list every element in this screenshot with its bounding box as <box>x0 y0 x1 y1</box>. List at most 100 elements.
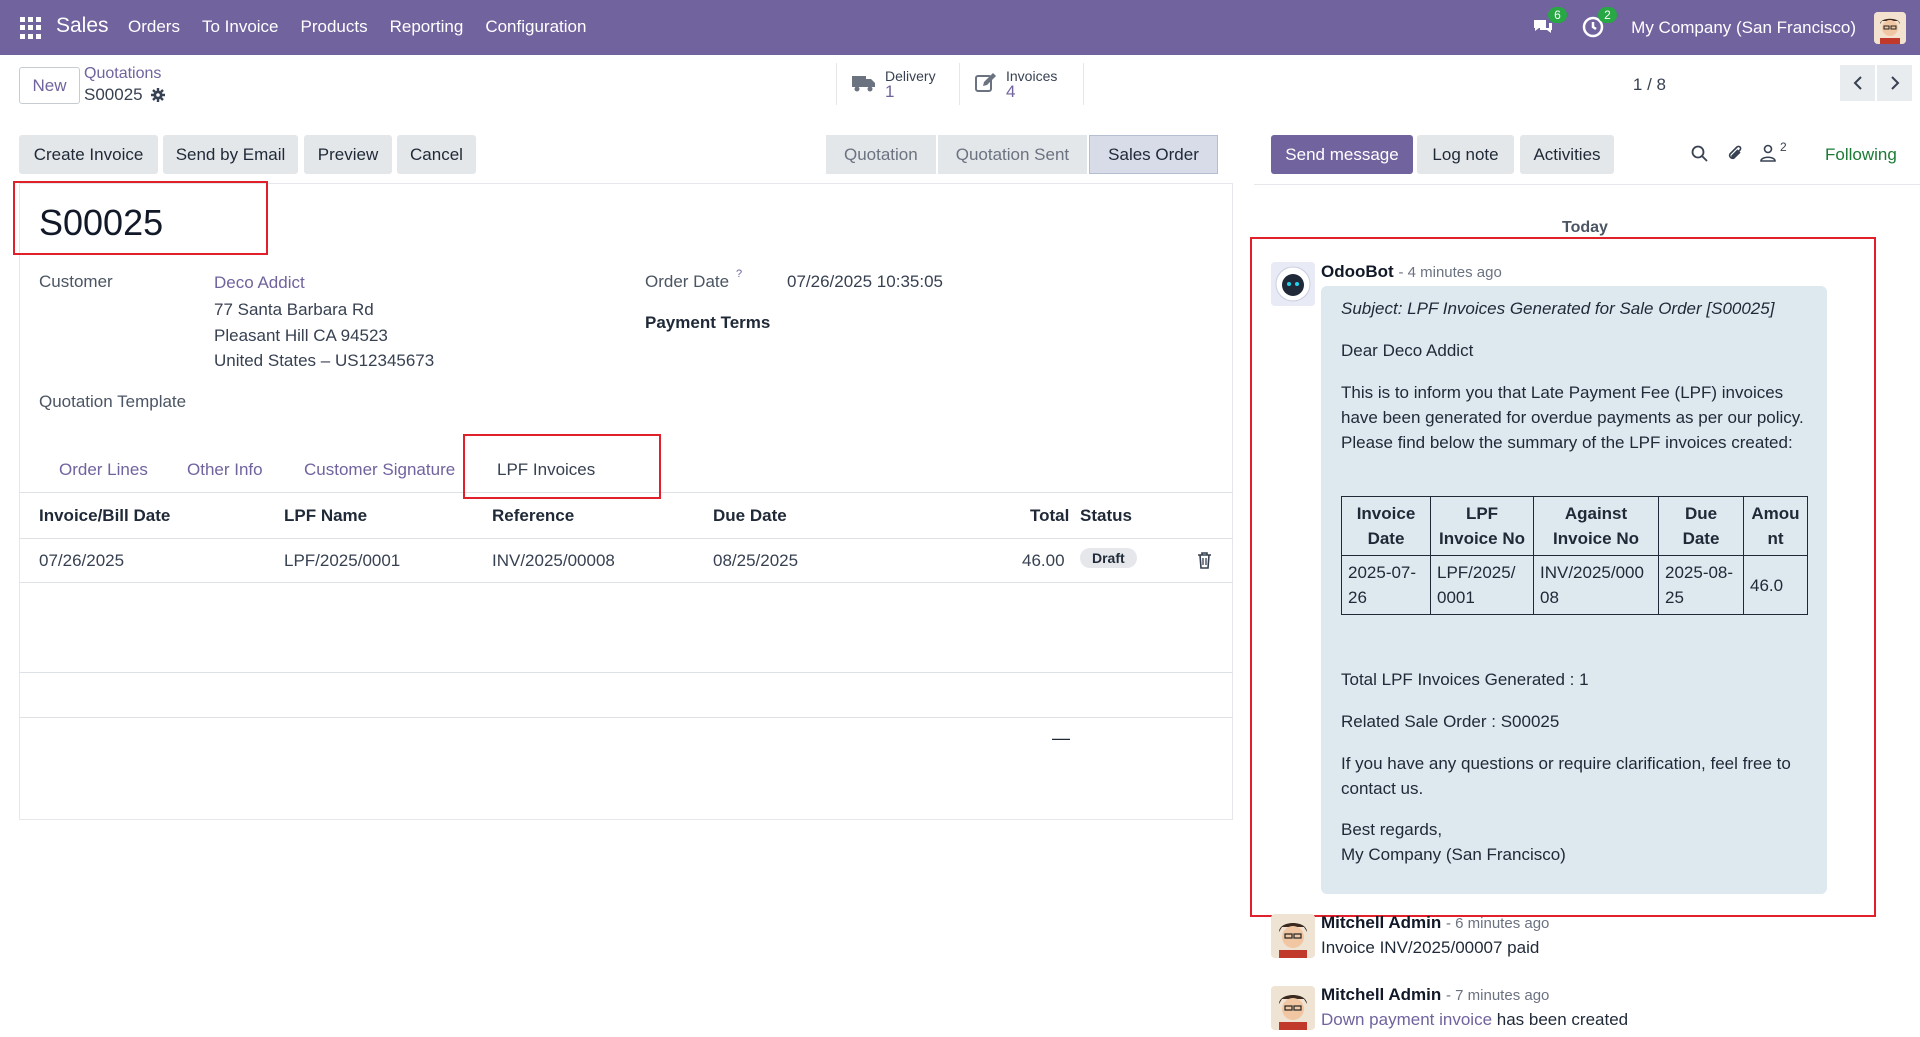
customer-link[interactable]: Deco Addict <box>214 273 305 293</box>
col-total[interactable]: Total <box>1030 506 1069 526</box>
col-lpf-name[interactable]: LPF Name <box>284 506 367 526</box>
breadcrumb-quotations[interactable]: Quotations <box>84 65 161 83</box>
order-date-label: Order Date <box>645 272 730 291</box>
messaging-count-badge: 6 <box>1548 6 1567 23</box>
pager-value[interactable]: 1 / 8 <box>1633 75 1666 95</box>
table-cell-against-invoice-no: INV/2025/000 08 <box>1533 555 1659 615</box>
row-total[interactable]: 46.00 <box>1022 551 1065 571</box>
message-subject: Subject: LPF Invoices Generated for Sale… <box>1341 299 1775 318</box>
row-lpf-name[interactable]: LPF/2025/0001 <box>284 551 400 571</box>
followers-user-icon[interactable] <box>1760 144 1776 167</box>
app-brand[interactable]: Sales <box>56 14 109 38</box>
table-header-divider <box>19 538 1233 539</box>
menu-products[interactable]: Products <box>301 17 368 37</box>
status-sales-order[interactable]: Sales Order <box>1089 135 1218 174</box>
message-author-2[interactable]: Mitchell Admin - 6 minutes ago <box>1321 913 1549 933</box>
chatter-divider <box>1254 184 1920 185</box>
message-author-3-name[interactable]: Mitchell Admin <box>1321 985 1441 1004</box>
menu-configuration[interactable]: Configuration <box>485 17 586 37</box>
status-bar: Quotation Quotation Sent Sales Order <box>826 135 1220 174</box>
message-regards: Best regards, <box>1341 820 1443 839</box>
message-author-2-name[interactable]: Mitchell Admin <box>1321 913 1441 932</box>
chevron-left-icon <box>1853 76 1862 90</box>
table-cell-due-date: 2025-08-25 <box>1658 555 1744 615</box>
down-payment-invoice-link[interactable]: Down payment invoice <box>1321 1010 1492 1029</box>
messaging-icon[interactable]: 6 <box>1531 6 1567 41</box>
truck-icon <box>851 73 877 96</box>
table-header-invoice-date: Invoice Date <box>1341 496 1431 556</box>
odoobot-avatar[interactable] <box>1271 262 1315 306</box>
col-reference[interactable]: Reference <box>492 506 574 526</box>
status-quotation-sent[interactable]: Quotation Sent <box>937 135 1088 174</box>
tab-order-lines[interactable]: Order Lines <box>59 460 148 480</box>
new-button[interactable]: New <box>19 67 80 104</box>
message-text-3: Down payment invoice has been created <box>1321 1010 1628 1030</box>
col-status[interactable]: Status <box>1080 506 1132 526</box>
activity-clock-icon[interactable]: 2 <box>1581 6 1617 41</box>
main-menu: Orders To Invoice Products Reporting Con… <box>128 17 586 37</box>
tab-other-info[interactable]: Other Info <box>187 460 263 480</box>
breadcrumb-current: S00025 <box>84 85 165 105</box>
send-message-button[interactable]: Send message <box>1271 135 1413 174</box>
message-summary-table: Invoice Date LPF Invoice No Against Invo… <box>1341 496 1808 615</box>
table-header-against-invoice-no: Against Invoice No <box>1533 496 1659 556</box>
col-due-date[interactable]: Due Date <box>713 506 787 526</box>
menu-reporting[interactable]: Reporting <box>390 17 464 37</box>
table-header-amount: Amou nt <box>1743 496 1808 556</box>
mitchell-admin-avatar-2[interactable] <box>1271 986 1315 1030</box>
invoices-smart-button[interactable]: Invoices 4 <box>960 63 1084 105</box>
order-date-value[interactable]: 07/26/2025 10:35:05 <box>787 272 943 292</box>
activity-count-badge: 2 <box>1598 6 1617 23</box>
message-author-name[interactable]: OdooBot <box>1321 262 1394 281</box>
row-invoice-date[interactable]: 07/26/2025 <box>39 551 124 571</box>
mitchell-admin-avatar[interactable] <box>1271 914 1315 958</box>
col-invoice-bill-date[interactable]: Invoice/Bill Date <box>39 506 170 526</box>
menu-orders[interactable]: Orders <box>128 17 180 37</box>
menu-to-invoice[interactable]: To Invoice <box>202 17 279 37</box>
create-invoice-button[interactable]: Create Invoice <box>19 135 158 174</box>
activities-button[interactable]: Activities <box>1520 135 1614 174</box>
tab-customer-signature[interactable]: Customer Signature <box>304 460 455 480</box>
status-quotation[interactable]: Quotation <box>826 135 936 174</box>
followers-count[interactable]: 2 <box>1780 140 1787 154</box>
message-author[interactable]: OdooBot - 4 minutes ago <box>1321 262 1502 282</box>
order-date-help-icon[interactable]: ? <box>736 268 742 280</box>
paperclip-icon[interactable] <box>1726 143 1744 168</box>
delivery-count: 1 <box>885 82 895 101</box>
customer-label: Customer <box>39 272 113 291</box>
form-sheet <box>19 183 1233 820</box>
preview-button[interactable]: Preview <box>304 135 392 174</box>
user-avatar[interactable] <box>1874 11 1906 44</box>
systray: 6 2 My Company (San Francisco) <box>1531 0 1920 55</box>
row-reference[interactable]: INV/2025/00008 <box>492 551 615 571</box>
message-time-3: - 7 minutes ago <box>1446 987 1550 1004</box>
message-questions: If you have any questions or require cla… <box>1341 754 1791 798</box>
company-switcher[interactable]: My Company (San Francisco) <box>1631 18 1856 38</box>
table-cell-lpf-invoice-no: LPF/2025/ 0001 <box>1430 555 1534 615</box>
address-line-1: 77 Santa Barbara Rd <box>214 300 374 319</box>
pager-previous-button[interactable] <box>1840 65 1875 101</box>
message-time-2: - 6 minutes ago <box>1446 915 1550 932</box>
cancel-button[interactable]: Cancel <box>397 135 476 174</box>
status-badge: Draft <box>1080 548 1137 568</box>
delivery-smart-button[interactable]: Delivery 1 <box>836 63 960 105</box>
table-footer-divider <box>19 717 1233 718</box>
gear-icon[interactable] <box>150 87 165 102</box>
address-line-2: Pleasant Hill CA 94523 <box>214 326 388 345</box>
log-note-button[interactable]: Log note <box>1417 135 1514 174</box>
row-due-date[interactable]: 08/25/2025 <box>713 551 798 571</box>
edit-invoice-icon <box>974 72 998 97</box>
message-time: - 4 minutes ago <box>1398 264 1502 281</box>
following-button[interactable]: Following <box>1825 145 1897 165</box>
payment-terms-label: Payment Terms <box>645 313 771 332</box>
search-icon[interactable] <box>1691 145 1709 168</box>
pager-next-button[interactable] <box>1877 65 1912 101</box>
apps-grid-icon[interactable] <box>20 17 42 39</box>
today-separator: Today <box>1562 219 1608 236</box>
send-by-email-button[interactable]: Send by Email <box>163 135 298 174</box>
trash-icon[interactable] <box>1197 552 1212 574</box>
table-header-due-date: Due Date <box>1658 496 1744 556</box>
message-body: This is to inform you that Late Payment … <box>1341 383 1804 452</box>
top-navbar: Sales Orders To Invoice Products Reporti… <box>0 0 1920 55</box>
message-author-3[interactable]: Mitchell Admin - 7 minutes ago <box>1321 985 1549 1005</box>
